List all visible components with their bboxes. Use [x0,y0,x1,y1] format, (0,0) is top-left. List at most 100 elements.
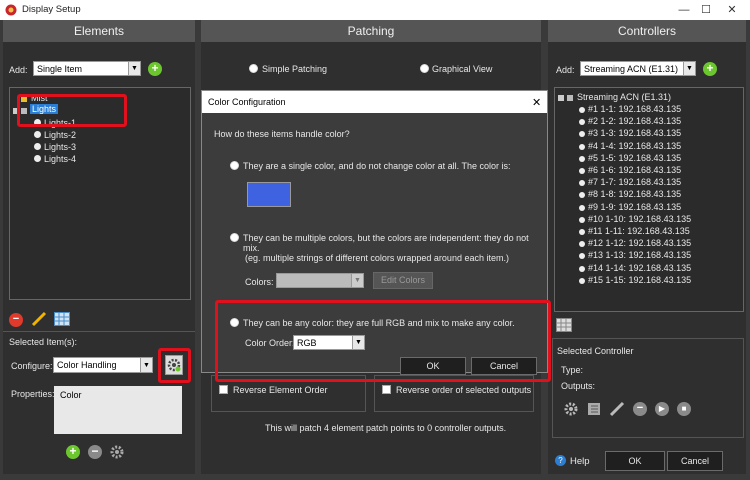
controller-output-item[interactable]: #2 1-2: 192.168.43.135 [588,116,681,126]
remove-property-icon[interactable]: − [88,445,102,459]
controller-output-item[interactable]: #8 1-8: 192.168.43.135 [588,189,681,199]
leaf-icon [34,131,41,138]
output-icon [579,119,585,126]
highlight-box [158,348,191,383]
colors-label: Colors: [245,277,274,287]
window-title: Display Setup [22,4,81,15]
output-icon [579,216,585,223]
cancel-button[interactable]: Cancel [667,451,723,471]
controller-output-item[interactable]: #9 1-9: 192.168.43.135 [588,202,681,212]
rename-pencil-icon[interactable] [609,401,625,417]
app-logo-icon [5,4,17,16]
color-swatch[interactable] [247,182,291,207]
rename-pencil-icon[interactable] [31,311,47,327]
type-label: Type: [561,365,584,375]
controller-settings-gear-icon[interactable] [563,401,579,417]
outputs-label: Outputs: [561,381,596,391]
controller-output-item[interactable]: #13 1-13: 192.168.43.135 [588,250,691,260]
ok-button[interactable]: OK [605,451,665,471]
properties-label: Properties: [11,389,55,399]
controllers-add-select[interactable]: Streaming ACN (E1.31) ▼ [580,61,696,76]
simple-patching-label[interactable]: Simple Patching [262,64,327,74]
edit-colors-button[interactable]: Edit Colors [373,272,433,289]
bulk-edit-grid-icon[interactable] [556,318,572,332]
controller-output-item[interactable]: #5 1-5: 192.168.43.135 [588,153,681,163]
title-bar: Display Setup — ☐ ✕ [0,0,750,20]
leaf-icon [34,143,41,150]
property-settings-gear-icon[interactable] [109,444,125,460]
configure-select[interactable]: Color Handling ▼ [53,357,153,373]
multiple-colors-radio[interactable] [230,233,239,242]
reverse-element-checkbox[interactable] [219,385,228,394]
controller-output-item[interactable]: #1 1-1: 192.168.43.135 [588,104,681,114]
patching-header: Patching [201,20,541,42]
controller-output-item[interactable]: #10 1-10: 192.168.43.135 [588,214,691,224]
controller-icon [567,95,573,101]
output-icon [579,241,585,248]
controller-output-item[interactable]: #14 1-14: 192.168.43.135 [588,263,691,273]
output-icon [579,192,585,199]
property-item-color[interactable]: Color [60,390,82,400]
help-icon: ? [555,455,566,466]
controller-output-item[interactable]: #7 1-7: 192.168.43.135 [588,177,681,187]
controller-output-item[interactable]: #12 1-12: 192.168.43.135 [588,238,691,248]
collapse-icon[interactable] [558,95,564,101]
patch-status-text: This will patch 4 element patch points t… [265,423,507,433]
graphical-view-radio[interactable] [420,64,429,73]
highlight-box [215,300,551,382]
selected-controller-group: Selected Controller Type: Outputs: − ▶ ■ [552,338,744,438]
output-icon [579,107,585,113]
maximize-button[interactable]: ☐ [692,2,720,18]
dialog-question: How do these items handle color? [214,129,350,139]
tree-item-lights-3[interactable]: Lights-3 [44,142,76,152]
controllers-panel: Controllers Add: Streaming ACN (E1.31) ▼ … [548,20,746,474]
bulk-edit-grid-icon[interactable] [54,312,70,326]
delete-controller-icon[interactable]: − [633,402,647,416]
tree-item-lights-2[interactable]: Lights-2 [44,130,76,140]
controller-output-item[interactable]: #15 1-15: 192.168.43.135 [588,275,691,285]
reverse-outputs-label: Reverse order of selected outputs [396,385,532,395]
close-button[interactable]: ✕ [718,2,746,18]
properties-list[interactable]: Color [54,386,182,434]
add-property-icon[interactable]: + [66,445,80,459]
controller-root[interactable]: Streaming ACN (E1.31) [577,92,671,102]
output-icon [579,265,585,272]
output-icon [579,229,585,235]
highlight-box [17,94,127,127]
selected-controller-label: Selected Controller [557,346,634,356]
reverse-outputs-checkbox[interactable] [382,385,391,394]
controller-properties-icon[interactable] [586,401,602,417]
controller-output-item[interactable]: #4 1-4: 192.168.43.135 [588,141,681,151]
elements-add-select[interactable]: Single Item ▼ [33,61,141,76]
add-controller-icon[interactable]: + [703,62,717,76]
single-color-label[interactable]: They are a single color, and do not chan… [243,161,511,171]
simple-patching-radio[interactable] [249,64,258,73]
controllers-tree[interactable]: Streaming ACN (E1.31) #1 1-1: 192.168.43… [554,87,744,312]
help-button[interactable]: ? Help [553,451,609,471]
leaf-icon [34,155,41,162]
configure-label: Configure: [11,361,53,371]
selected-items-label: Selected Item(s): [9,337,78,347]
output-icon [579,155,585,162]
multiple-colors-label[interactable]: They can be multiple colors, but the col… [243,233,547,253]
output-icon [579,253,585,260]
divider [3,331,195,332]
elements-header: Elements [3,20,195,42]
controllers-header: Controllers [548,20,746,42]
graphical-view-label[interactable]: Graphical View [432,64,492,74]
tree-item-lights-4[interactable]: Lights-4 [44,154,76,164]
multiple-colors-note: (eg. multiple strings of different color… [245,253,509,263]
output-icon [579,204,585,211]
single-color-radio[interactable] [230,161,239,170]
output-icon [579,180,585,187]
controllers-add-label: Add: [556,65,575,75]
controller-output-item[interactable]: #11 1-11: 192.168.43.135 [588,226,690,236]
colors-select[interactable]: ▼ [276,273,364,288]
controller-output-item[interactable]: #3 1-3: 192.168.43.135 [588,128,681,138]
stop-icon[interactable]: ■ [677,402,691,416]
add-element-icon[interactable]: + [148,62,162,76]
dialog-close-button[interactable]: ✕ [532,96,541,109]
controller-output-item[interactable]: #6 1-6: 192.168.43.135 [588,165,681,175]
start-icon[interactable]: ▶ [655,402,669,416]
delete-icon[interactable]: − [9,313,23,327]
